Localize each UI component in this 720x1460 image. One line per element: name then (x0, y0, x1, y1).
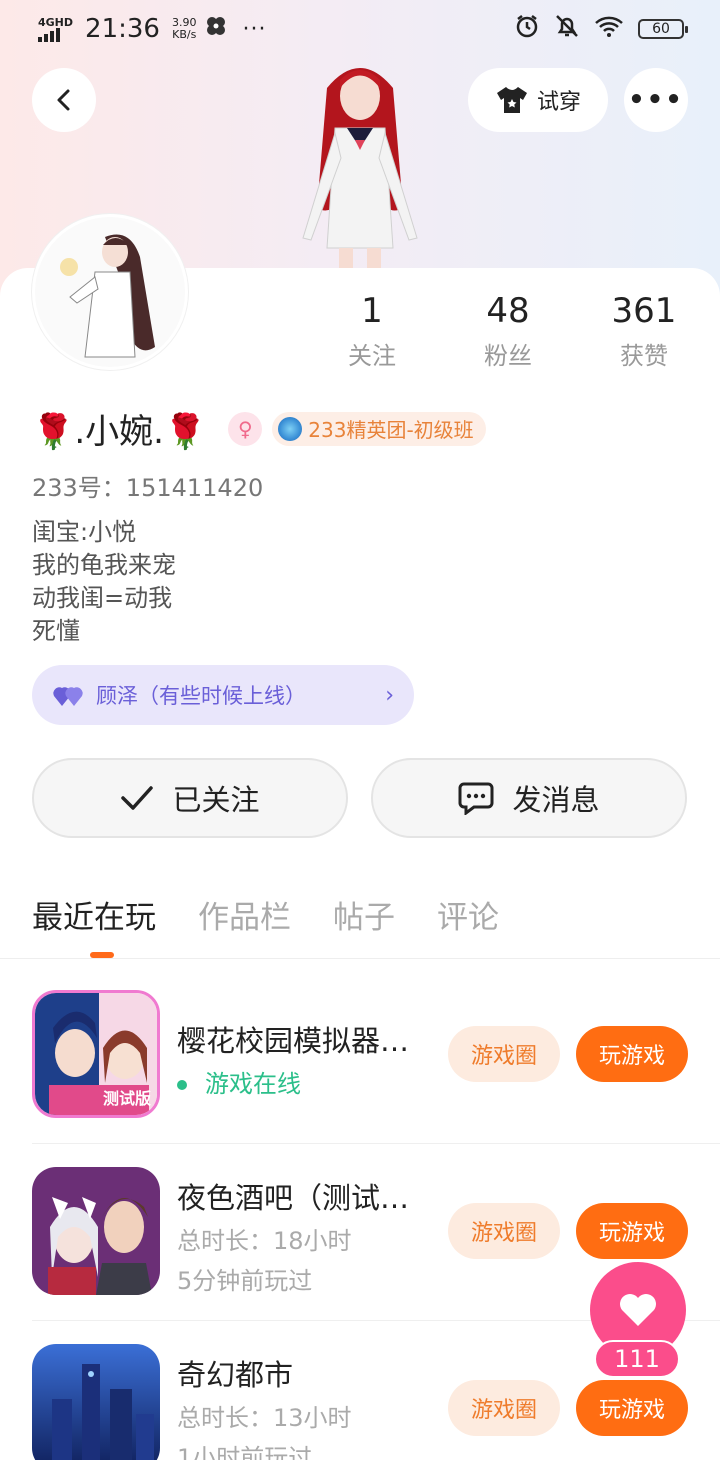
followed-label: 已关注 (172, 783, 260, 817)
chat-bubble-icon (458, 782, 494, 815)
more-dots-icon: ••• (628, 85, 684, 115)
tab-posts[interactable]: 帖子 (333, 892, 395, 937)
rank-label: 233精英团-初级班 (308, 418, 474, 442)
followers-stat[interactable]: 48 粉丝 (448, 290, 568, 371)
avatar-3d-figure[interactable] (285, 58, 435, 270)
tab-works[interactable]: 作品栏 (198, 892, 291, 937)
game-last-played: 1小时前玩过 (177, 1444, 313, 1460)
game-playtime: 总时长：18小时 (177, 1227, 352, 1255)
play-game-button[interactable]: 玩游戏 (576, 1026, 688, 1082)
game-title: 樱花校园模拟器… (177, 1024, 410, 1058)
play-game-button[interactable]: 玩游戏 (576, 1203, 688, 1259)
shirt-icon (496, 87, 527, 113)
partner-label: 顾泽（有些时候上线） (96, 684, 306, 708)
likes-stat[interactable]: 361 获赞 (584, 290, 704, 371)
bio: 闺宝:小悦 我的龟我来宠 动我闺=动我 死懂 (32, 516, 176, 648)
heart-icon (620, 1294, 656, 1326)
game-circle-button[interactable]: 游戏圈 (448, 1026, 560, 1082)
following-stat[interactable]: 1 关注 (312, 290, 432, 371)
bio-line: 死懂 (32, 617, 80, 645)
followers-label: 粉丝 (484, 342, 532, 370)
send-message-button[interactable]: 发消息 (371, 758, 687, 838)
mute-bell-icon (554, 13, 580, 45)
partner-link[interactable]: 顾泽（有些时候上线） › (32, 665, 414, 725)
following-count: 1 (361, 291, 383, 331)
try-on-label: 试穿 (536, 90, 581, 115)
play-game-button[interactable]: 玩游戏 (576, 1380, 688, 1436)
user-id: 233号：151411420 (32, 474, 264, 502)
game-icon[interactable] (32, 1344, 160, 1460)
game-circle-button[interactable]: 游戏圈 (448, 1380, 560, 1436)
profile-tabs: 最近在玩 作品栏 帖子 评论 (32, 892, 499, 937)
chevron-right-icon: › (385, 682, 394, 708)
name-row: 🌹.小婉.🌹 ♀ 233精英团-初级班 (32, 404, 486, 453)
female-gender-icon: ♀ (228, 411, 263, 446)
online-dot-icon (177, 1080, 187, 1090)
signal-bars-icon (38, 27, 73, 42)
back-arrow-icon (57, 89, 70, 111)
send-message-label: 发消息 (512, 783, 600, 817)
more-options-button[interactable]: ••• (624, 68, 688, 132)
like-count-badge: 111 (594, 1340, 680, 1378)
status-bar: 4GHD 21:36 3.90 KB/s ··· 60 (0, 0, 720, 58)
network-type-label: 4GHD (38, 15, 74, 29)
double-heart-icon (53, 687, 83, 706)
rank-medal-icon (278, 416, 303, 441)
row-divider (32, 1143, 720, 1144)
tab-comments[interactable]: 评论 (437, 892, 499, 937)
bio-line: 动我闺=动我 (32, 584, 173, 612)
tab-recently-played[interactable]: 最近在玩 (32, 892, 156, 937)
game-online-status: 游戏在线 (177, 1064, 301, 1099)
beta-badge: 测试版 (102, 1089, 151, 1108)
clock: 21:36 (85, 14, 160, 44)
rank-badge[interactable]: 233精英团-初级班 (272, 411, 486, 446)
wifi-icon (594, 14, 624, 44)
network-speed: 3.90 KB/s (172, 17, 197, 41)
game-title: 奇幻都市 (177, 1358, 294, 1392)
checkmark-icon (121, 786, 154, 810)
game-playtime: 总时长：13小时 (177, 1404, 352, 1432)
list-item[interactable]: 测试版 樱花校园模拟器… 游戏在线 游戏圈 玩游戏 (0, 990, 720, 1168)
bio-line: 闺宝:小悦 (32, 518, 137, 546)
game-circle-button[interactable]: 游戏圈 (448, 1203, 560, 1259)
online-label: 游戏在线 (205, 1070, 301, 1098)
bio-line: 我的龟我来宠 (32, 551, 176, 579)
game-last-played: 5分钟前玩过 (177, 1267, 313, 1295)
likes-label: 获赞 (620, 342, 668, 370)
tabs-divider (0, 958, 720, 959)
fan-app-icon (204, 14, 228, 44)
speed-unit: KB/s (172, 28, 197, 41)
battery-indicator: 60 (638, 19, 688, 39)
followers-count: 48 (486, 291, 530, 331)
avatar[interactable] (32, 214, 188, 370)
alarm-icon (514, 13, 540, 45)
back-button[interactable] (32, 68, 96, 132)
username: 🌹.小婉.🌹 (32, 412, 207, 452)
likes-count: 361 (611, 291, 677, 331)
followed-button[interactable]: 已关注 (32, 758, 348, 838)
network-indicator: 4GHD (38, 17, 73, 42)
try-on-button[interactable]: 试穿 (468, 68, 608, 132)
game-icon[interactable]: 测试版 (32, 990, 160, 1118)
more-notifications-icon: ··· (242, 16, 267, 42)
following-label: 关注 (348, 342, 396, 370)
game-title: 夜色酒吧（测试… (177, 1181, 410, 1215)
game-icon[interactable] (32, 1167, 160, 1295)
